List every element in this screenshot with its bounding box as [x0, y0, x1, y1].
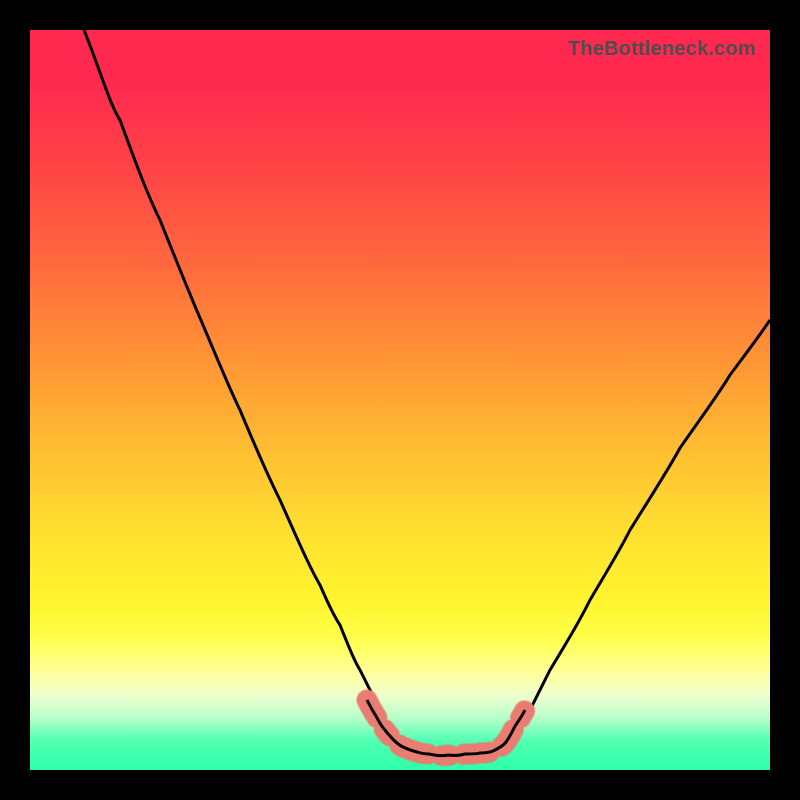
- chart-frame: TheBottleneck.com: [0, 0, 800, 800]
- plot-area: TheBottleneck.com: [30, 30, 770, 770]
- left-curve: [84, 30, 475, 756]
- curve-canvas: [30, 30, 770, 770]
- right-curve: [475, 320, 770, 756]
